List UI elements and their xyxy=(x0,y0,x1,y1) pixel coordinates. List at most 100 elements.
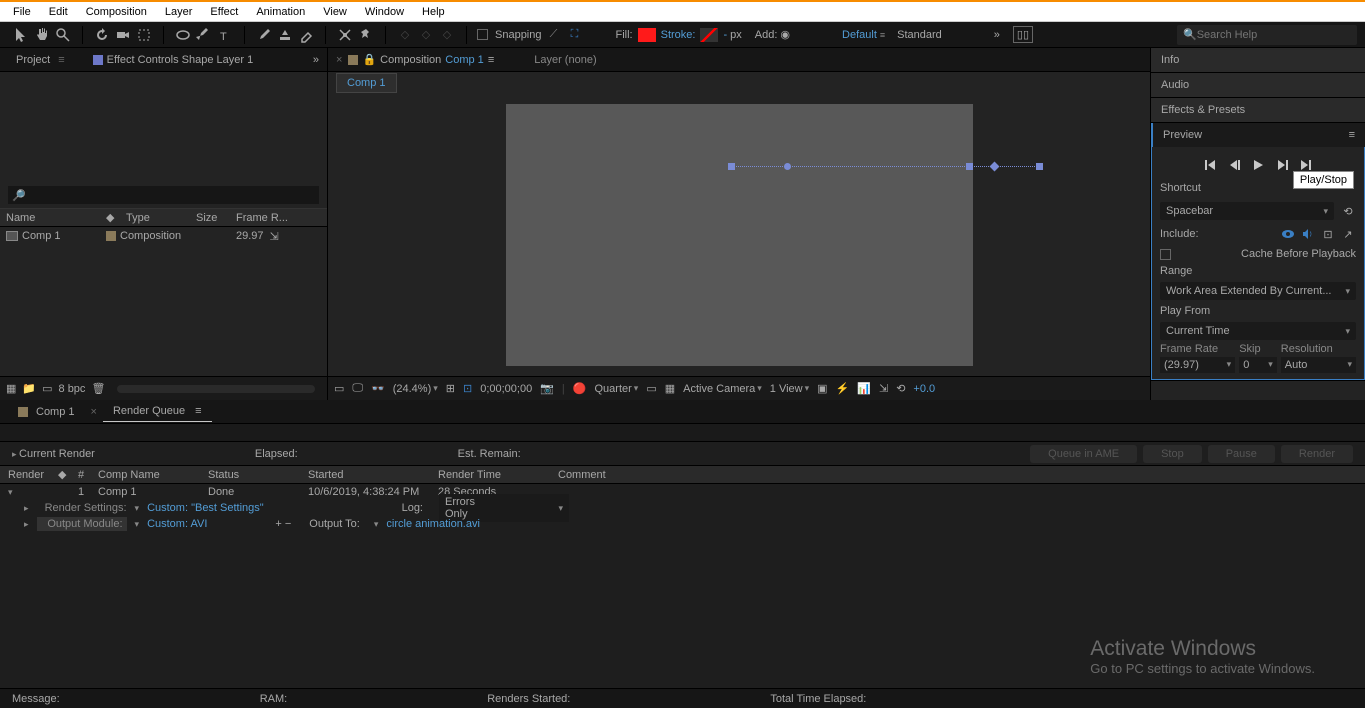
new-folder-icon[interactable]: 📁 xyxy=(22,382,36,395)
project-item[interactable]: Comp 1 Composition 29.97 ⇲ xyxy=(0,227,327,245)
menu-effect[interactable]: Effect xyxy=(201,4,247,20)
flowchart-icon[interactable]: ⇲ xyxy=(879,382,888,395)
resolution-dropdown[interactable]: Auto▾ xyxy=(1281,357,1356,373)
fill-color-swatch[interactable] xyxy=(638,28,656,42)
col-size[interactable]: Size xyxy=(190,212,230,224)
brush-tool-icon[interactable] xyxy=(255,26,273,44)
render-settings-value[interactable]: Custom: "Best Settings" xyxy=(147,502,264,514)
reset-shortcut-icon[interactable]: ⟲ xyxy=(1340,203,1356,219)
eraser-tool-icon[interactable] xyxy=(297,26,315,44)
output-module-value[interactable]: Custom: AVI xyxy=(147,518,207,530)
rotate-tool-icon[interactable] xyxy=(93,26,111,44)
pin-tool-icon[interactable] xyxy=(357,26,375,44)
path-keyframe[interactable] xyxy=(784,163,791,170)
next-frame-button[interactable] xyxy=(1274,157,1290,173)
include-video-icon[interactable] xyxy=(1280,226,1296,242)
reset-exposure-icon[interactable]: ⟲ xyxy=(896,382,905,395)
render-item[interactable]: ▾ 1 Comp 1 Done 10/6/2019, 4:38:24 PM 28… xyxy=(0,484,1365,500)
project-tab[interactable]: Project ≡ xyxy=(8,50,73,70)
col-framerate[interactable]: Frame R... xyxy=(230,212,294,224)
col-num[interactable]: # xyxy=(70,469,90,481)
menu-edit[interactable]: Edit xyxy=(40,4,77,20)
composition-canvas[interactable] xyxy=(506,104,973,366)
footer-slider[interactable] xyxy=(117,385,315,393)
search-input[interactable] xyxy=(1197,29,1351,41)
include-overlays-icon[interactable]: ⊡ xyxy=(1320,226,1336,242)
quality-dropdown[interactable]: Quarter ▾ xyxy=(594,383,638,395)
render-button[interactable]: Render xyxy=(1281,445,1353,463)
pen-tool-icon[interactable] xyxy=(195,26,213,44)
lock-icon[interactable]: 🔒 xyxy=(362,53,376,66)
loop-icon[interactable]: ↗ xyxy=(1340,226,1356,242)
puppet-tool-icon[interactable] xyxy=(336,26,354,44)
stroke-color-swatch[interactable] xyxy=(700,28,718,42)
effects-panel-header[interactable]: Effects & Presets xyxy=(1151,98,1365,122)
path-handle-start[interactable] xyxy=(728,163,735,170)
timeline-comp-tab[interactable]: Comp 1 xyxy=(8,402,85,422)
workspace-default[interactable]: Default xyxy=(842,29,877,41)
always-preview-icon[interactable]: ▭ xyxy=(334,382,344,395)
panel-toggle-icon[interactable]: ▯▯ xyxy=(1013,26,1033,43)
col-compname[interactable]: Comp Name xyxy=(90,469,200,481)
safe-zones-icon[interactable]: ⊡ xyxy=(463,382,472,395)
selection-tool-icon[interactable] xyxy=(12,26,30,44)
menu-animation[interactable]: Animation xyxy=(247,4,314,20)
menu-composition[interactable]: Composition xyxy=(77,4,156,20)
menu-file[interactable]: File xyxy=(4,4,40,20)
camera-dropdown[interactable]: Active Camera ▾ xyxy=(683,383,762,395)
menu-window[interactable]: Window xyxy=(356,4,413,20)
stroke-width[interactable]: - xyxy=(723,29,727,41)
snapping-checkbox[interactable] xyxy=(477,29,488,40)
hand-tool-icon[interactable] xyxy=(33,26,51,44)
draft-3d-icon[interactable]: 🖵 xyxy=(352,382,363,395)
play-button[interactable] xyxy=(1250,157,1266,173)
queue-ame-button[interactable]: Queue in AME xyxy=(1030,445,1137,463)
channel-icon[interactable]: 🔴 xyxy=(573,382,587,395)
framerate-dropdown[interactable]: (29.97)▾ xyxy=(1160,357,1235,373)
current-render-label[interactable]: Current Render xyxy=(19,448,95,460)
panel-overflow-icon[interactable]: » xyxy=(313,54,319,66)
composition-viewer[interactable] xyxy=(328,94,1150,376)
render-queue-tab[interactable]: Render Queue ≡ xyxy=(103,401,212,422)
path-handle-end[interactable] xyxy=(1036,163,1043,170)
first-frame-button[interactable] xyxy=(1202,157,1218,173)
camera-tool-icon[interactable] xyxy=(114,26,132,44)
pan-behind-tool-icon[interactable] xyxy=(135,26,153,44)
fast-preview-icon[interactable]: ⚡ xyxy=(836,382,850,395)
resolution-icon[interactable]: ⊞ xyxy=(446,382,455,395)
text-tool-icon[interactable]: T xyxy=(216,26,234,44)
col-render[interactable]: Render xyxy=(0,469,50,481)
zoom-tool-icon[interactable] xyxy=(54,26,72,44)
menu-view[interactable]: View xyxy=(314,4,356,20)
snap-opt-1-icon[interactable]: ⟋ xyxy=(545,26,563,44)
col-type[interactable]: Type xyxy=(120,212,190,224)
goggles-icon[interactable]: 👓 xyxy=(371,382,385,395)
cache-checkbox[interactable] xyxy=(1160,249,1171,260)
panel-menu-icon[interactable]: ≡ xyxy=(1349,129,1355,141)
exposure-value[interactable]: +0.0 xyxy=(913,383,935,395)
overflow-icon[interactable]: » xyxy=(994,29,1000,41)
path-handle-mid[interactable] xyxy=(966,163,973,170)
timeline-ruler[interactable] xyxy=(0,424,1365,442)
range-dropdown[interactable]: Work Area Extended By Current...▾ xyxy=(1160,282,1356,300)
comp-sub-tab[interactable]: Comp 1 xyxy=(336,73,397,93)
roi-icon[interactable]: ▭ xyxy=(646,382,656,395)
stop-button[interactable]: Stop xyxy=(1143,445,1202,463)
layer-tab[interactable]: Layer (none) xyxy=(534,54,596,66)
zoom-dropdown[interactable]: (24.4%) ▾ xyxy=(393,383,438,395)
pause-button[interactable]: Pause xyxy=(1208,445,1275,463)
col-rendertime[interactable]: Render Time xyxy=(430,469,550,481)
clone-tool-icon[interactable] xyxy=(276,26,294,44)
project-search[interactable]: 🔎 xyxy=(8,186,319,204)
menu-layer[interactable]: Layer xyxy=(156,4,202,20)
output-to-value[interactable]: circle animation.avi xyxy=(386,518,480,530)
bpc-toggle[interactable]: 8 bpc xyxy=(59,383,86,395)
col-status[interactable]: Status xyxy=(200,469,300,481)
timeline-icon[interactable]: 📊 xyxy=(857,382,871,395)
delete-icon[interactable]: 🗑 xyxy=(91,382,105,395)
playfrom-dropdown[interactable]: Current Time▾ xyxy=(1160,322,1356,340)
add-mode-icon[interactable]: ◉ xyxy=(780,28,790,41)
transparency-icon[interactable]: ▦ xyxy=(665,382,675,395)
label-col-icon[interactable]: ◆ xyxy=(106,212,114,224)
panel-menu-icon[interactable]: ≡ xyxy=(58,54,64,66)
